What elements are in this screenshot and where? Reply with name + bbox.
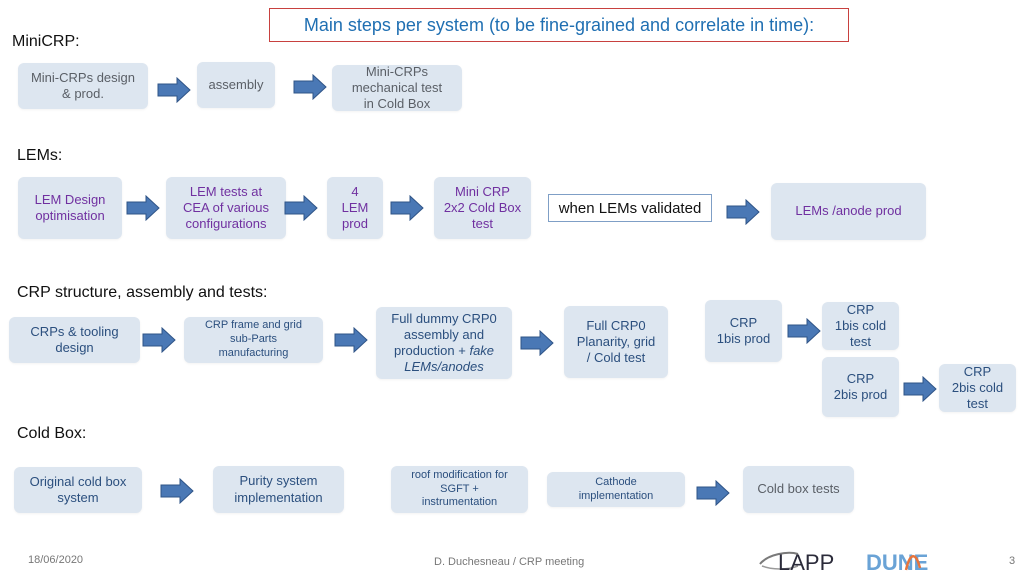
step-text: test: [472, 216, 493, 232]
step-text: / Cold test: [586, 350, 646, 366]
step-text-italic: LEMs/anodes: [404, 359, 484, 375]
step-text: configurations: [185, 216, 267, 232]
step-text: Purity system: [239, 473, 318, 489]
arrow-right-icon: [284, 195, 318, 221]
step-full-crp0-planarity: Full CRP0 Planarity, grid / Cold test: [564, 306, 668, 378]
step-lem-design: LEM Design optimisation: [18, 177, 122, 239]
step-text: Full CRP0: [586, 317, 646, 333]
lapp-logo-icon: LAPP: [759, 550, 834, 574]
step-cathode-implementation: Cathode implementation: [547, 472, 685, 507]
step-full-dummy-crp0: Full dummy CRP0 assembly and production + …: [376, 307, 512, 379]
step-text: LEM Design: [34, 191, 106, 207]
step-minicrp-design: Mini-CRPs design & prod.: [18, 63, 148, 109]
step-text: in Cold Box: [363, 96, 431, 112]
step-text: 2x2 Cold Box: [443, 199, 522, 215]
step-text: implementation: [234, 489, 323, 505]
step-text: roof modification for: [411, 468, 508, 481]
step-lem-prod: 4 LEM prod: [327, 177, 383, 239]
arrow-right-icon: [390, 195, 424, 221]
step-crp-frame-grid-manufacturing: CRP frame and grid sub-Parts manufacturing: [184, 317, 323, 363]
arrow-right-icon: [726, 199, 760, 225]
step-lem-tests-cea: LEM tests at CEA of various configurations: [166, 177, 286, 239]
step-cold-box-tests: Cold box tests: [743, 466, 854, 513]
step-crp-1bis-prod: CRP 1bis prod: [705, 300, 782, 362]
step-text: Cold box tests: [757, 481, 840, 497]
step-text: test: [850, 334, 871, 350]
note-when-lems-validated: when LEMs validated: [548, 194, 712, 222]
arrow-right-icon: [126, 195, 160, 221]
step-text: system: [57, 490, 99, 505]
step-text: Mini-CRPs design: [30, 69, 136, 85]
step-original-cold-box: Original cold box system: [14, 467, 142, 513]
step-crp-2bis-cold-test: CRP 2bis cold test: [939, 364, 1016, 412]
arrow-right-icon: [160, 478, 194, 504]
step-text: CRPs & tooling: [30, 323, 119, 339]
step-text: instrumentation: [421, 496, 498, 509]
step-minicrp-assembly: assembly: [197, 62, 275, 108]
step-text-mixed: production + fake: [391, 343, 496, 359]
step-lems-anode-prod: LEMs /anode prod: [771, 183, 926, 240]
step-crps-tooling-design: CRPs & tooling design: [9, 317, 140, 363]
step-text: assembly and: [403, 326, 485, 342]
step-text: CRP: [846, 301, 875, 317]
step-text: LEM: [341, 199, 369, 215]
step-text: implementation: [578, 489, 654, 502]
footer-author: D. Duchesneau / CRP meeting: [434, 556, 585, 568]
step-text: sub-Parts: [229, 333, 278, 346]
step-text: 2bis cold: [951, 379, 1004, 395]
section-label-lems: LEMs:: [17, 147, 63, 164]
step-text: CRP: [729, 314, 758, 330]
section-label-crp: CRP structure, assembly and tests:: [17, 284, 268, 301]
step-text: 2bis prod: [833, 387, 888, 402]
step-text: design: [55, 340, 94, 355]
step-text: LEM tests at: [189, 183, 263, 199]
arrow-right-icon: [787, 318, 821, 344]
step-text: & prod.: [62, 86, 104, 101]
step-purity-system: Purity system implementation: [213, 466, 344, 513]
footer-date: 18/06/2020: [28, 554, 84, 566]
step-text: mechanical test: [351, 79, 443, 95]
step-text: CRP frame and grid: [204, 319, 302, 332]
lapp-logo-text: LAPP: [778, 550, 834, 574]
step-text: Full dummy CRP0: [391, 310, 497, 326]
step-text: CRP: [846, 370, 875, 386]
arrow-right-icon: [696, 480, 730, 506]
step-text: manufacturing: [218, 346, 289, 359]
dune-logo-icon: DUNE: [866, 550, 928, 574]
step-text: prod: [341, 216, 368, 232]
step-text: LEMs /anode prod: [795, 203, 902, 219]
step-text: Original cold box: [29, 473, 127, 489]
step-text: Mini CRP: [455, 183, 510, 199]
step-text: Cathode: [595, 475, 637, 488]
step-text: production +: [393, 343, 470, 358]
step-text: 1bis cold: [834, 317, 887, 333]
step-text: CRP: [963, 363, 992, 379]
step-roof-modification: roof modification for SGFT + instrumentati…: [391, 466, 528, 513]
step-text: 4: [351, 183, 359, 199]
arrow-right-icon: [903, 376, 937, 402]
step-text-italic: fake: [469, 343, 495, 358]
footer-page-number: 3: [1009, 555, 1016, 567]
section-label-cold-box: Cold Box:: [17, 425, 87, 442]
arrow-right-icon: [293, 74, 327, 100]
step-text: test: [967, 396, 988, 412]
step-text: assembly: [208, 76, 264, 92]
step-mini-crp-cold-box-test: Mini CRP 2x2 Cold Box test: [434, 177, 531, 239]
step-text: 1bis prod: [716, 331, 771, 346]
slide-title: Main steps per system (to be fine-graine…: [269, 8, 849, 42]
step-crp-1bis-cold-test: CRP 1bis cold test: [822, 302, 899, 350]
step-minicrp-mechanical-test: Mini-CRPs mechanical test in Cold Box: [332, 63, 462, 112]
step-text: Planarity, grid: [576, 333, 656, 349]
step-text: Mini-CRPs: [365, 63, 429, 79]
arrow-right-icon: [157, 77, 191, 103]
step-text: SGFT +: [440, 482, 479, 495]
step-text: CEA of various: [183, 199, 269, 215]
step-crp-2bis-prod: CRP 2bis prod: [822, 357, 899, 417]
step-text: optimisation: [35, 208, 105, 223]
arrow-right-icon: [520, 330, 554, 356]
arrow-right-icon: [334, 327, 368, 353]
arrow-right-icon: [142, 327, 176, 353]
section-label-minicrp: MiniCRP:: [12, 33, 80, 50]
